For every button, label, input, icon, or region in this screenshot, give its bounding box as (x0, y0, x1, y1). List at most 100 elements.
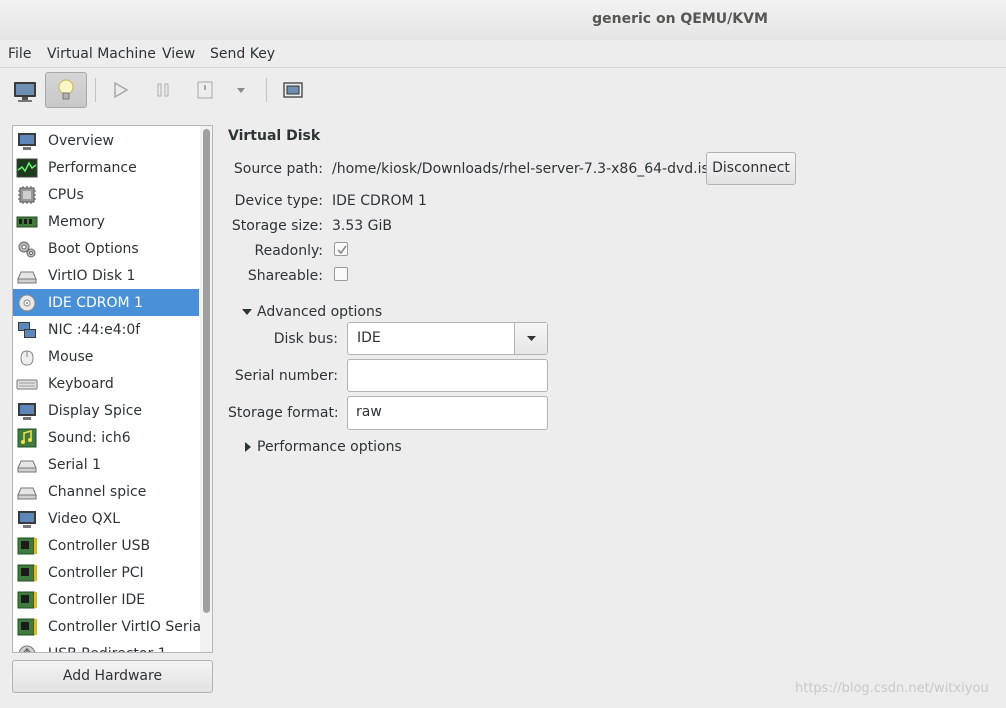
sidebar-item[interactable]: Overview (13, 127, 199, 154)
sidebar-item-label: Video QXL (48, 511, 121, 527)
fullscreen-button[interactable] (276, 73, 310, 107)
storage-size-label: Storage size: (231, 218, 323, 234)
usb-redirector-icon (16, 643, 38, 652)
sidebar-item-label: Serial 1 (48, 457, 101, 473)
sidebar-item-label: Performance (48, 160, 137, 176)
advanced-options-label[interactable]: Advanced options (257, 304, 382, 320)
serial-icon (16, 454, 38, 476)
sidebar-item-label: Controller PCI (48, 565, 144, 581)
page-title: Virtual Disk (228, 128, 321, 144)
sidebar-item[interactable]: Controller VirtIO Serial (13, 613, 205, 640)
sidebar-item-label: NIC :44:e4:0f (48, 322, 141, 338)
disk-bus-dropdown[interactable] (514, 323, 547, 354)
play-icon (114, 81, 129, 99)
overview-icon (16, 130, 38, 152)
device-type-value: IDE CDROM 1 (332, 193, 427, 209)
source-path-label: Source path: (233, 161, 323, 177)
sidebar-item-label: Memory (48, 214, 105, 230)
sidebar-item[interactable]: Controller USB (13, 532, 199, 559)
sidebar-item-label: Keyboard (48, 376, 114, 392)
lightbulb-icon (58, 79, 74, 100)
sidebar-item[interactable]: Controller PCI (13, 559, 199, 586)
disconnect-button[interactable]: Disconnect (706, 152, 796, 185)
sidebar-item[interactable]: CPUs (13, 181, 199, 208)
sidebar-item[interactable]: Display Spice (13, 397, 199, 424)
sidebar-item-label: IDE CDROM 1 (48, 295, 143, 311)
sidebar-item[interactable]: Mouse (13, 343, 199, 370)
sidebar-item[interactable]: Channel spice (13, 478, 199, 505)
pause-button[interactable] (146, 73, 180, 107)
sidebar-item-label: Controller IDE (48, 592, 146, 608)
console-button[interactable] (8, 73, 42, 107)
sidebar-item[interactable]: NIC :44:e4:0f (13, 316, 199, 343)
menu-virtual-machine[interactable]: Virtual Machine (47, 46, 156, 62)
sidebar-item[interactable]: IDE CDROM 1 (13, 289, 199, 316)
serial-number-label: Serial number: (234, 368, 338, 384)
run-button[interactable] (103, 73, 137, 107)
disk-bus-label: Disk bus: (273, 331, 338, 347)
boot-gear-icon (16, 238, 38, 260)
toolbar-separator (95, 78, 96, 102)
storage-format-label: Storage format: (228, 405, 339, 421)
disk-icon (16, 265, 38, 287)
mouse-icon (16, 346, 38, 368)
shareable-checkbox[interactable] (334, 267, 348, 281)
sidebar-item-label: VirtIO Disk 1 (48, 268, 136, 284)
menu-view[interactable]: View (162, 46, 195, 62)
shutdown-button[interactable] (188, 73, 222, 107)
chevron-down-icon (527, 336, 536, 341)
sidebar-item-label: Boot Options (48, 241, 139, 257)
disk-bus-combo[interactable]: IDE (347, 322, 548, 355)
menu-send-key[interactable]: Send Key (210, 46, 275, 62)
controller-icon (16, 535, 38, 557)
performance-options-label[interactable]: Performance options (257, 439, 402, 455)
storage-size-value: 3.53 GiB (332, 218, 392, 234)
readonly-checkbox[interactable] (334, 242, 348, 256)
sidebar-item[interactable]: Performance (13, 154, 199, 181)
display-icon (16, 400, 38, 422)
shareable-label: Shareable: (247, 268, 323, 284)
watermark: https://blog.csdn.net/witxiyou (795, 681, 989, 696)
screenshot-icon (283, 82, 303, 98)
keyboard-icon (16, 373, 38, 395)
sidebar-item-label: Sound: ich6 (48, 430, 131, 446)
sidebar-item[interactable]: Controller IDE (13, 586, 199, 613)
pause-icon (157, 83, 169, 97)
performance-icon (16, 157, 38, 179)
controller-icon (16, 589, 38, 611)
sidebar-item[interactable]: Serial 1 (13, 451, 199, 478)
triangle-right-icon (245, 442, 251, 452)
controller-icon (16, 616, 38, 638)
title-bar: generic on QEMU/KVM (0, 0, 1006, 40)
shutdown-menu-button[interactable] (226, 73, 256, 107)
video-icon (16, 508, 38, 530)
cpu-icon (16, 184, 38, 206)
sidebar-item[interactable]: Memory (13, 208, 199, 235)
sidebar-scrollbar[interactable] (200, 126, 212, 652)
sidebar-item[interactable]: Video QXL (13, 505, 199, 532)
hardware-list: Overview Performance CPUs Memory Boot Option… (12, 125, 213, 653)
source-path-value: /home/kiosk/Downloads/rhel-server-7.3-x8… (332, 161, 718, 177)
controller-icon (16, 562, 38, 584)
menu-file[interactable]: File (8, 46, 31, 62)
sidebar-item[interactable]: VirtIO Disk 1 (13, 262, 199, 289)
storage-format-input[interactable]: raw (347, 396, 548, 430)
device-type-label: Device type: (234, 193, 323, 209)
sidebar-item-label: Display Spice (48, 403, 143, 419)
details-button[interactable] (45, 72, 87, 108)
sidebar-item[interactable]: Keyboard (13, 370, 199, 397)
sidebar-item-label: Controller VirtIO Serial (48, 619, 205, 635)
channel-icon (16, 481, 38, 503)
window-title: generic on QEMU/KVM (592, 11, 768, 27)
toolbar-separator (266, 78, 267, 102)
sidebar-item-label: Mouse (48, 349, 94, 365)
scroll-thumb[interactable] (203, 129, 210, 613)
sound-icon (16, 427, 38, 449)
serial-number-input[interactable] (347, 359, 548, 392)
add-hardware-button[interactable]: Add Hardware (12, 660, 213, 693)
sidebar-item[interactable]: USB Redirector 1 (13, 640, 199, 652)
sidebar-item[interactable]: Boot Options (13, 235, 199, 262)
sidebar-item[interactable]: Sound: ich6 (13, 424, 199, 451)
cdrom-icon (16, 292, 38, 314)
memory-icon (16, 211, 38, 233)
